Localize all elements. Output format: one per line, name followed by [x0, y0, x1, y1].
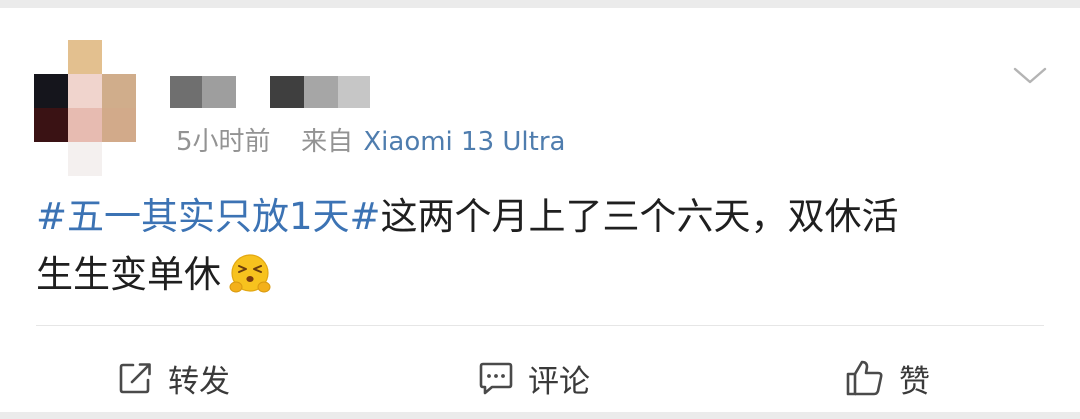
repost-button[interactable]: 转发 — [118, 344, 230, 412]
like-label: 赞 — [899, 363, 930, 400]
repost-label: 转发 — [168, 363, 230, 400]
post-time: 5小时前 — [176, 127, 271, 157]
chevron-down-icon — [1013, 67, 1047, 84]
post-text-line-1: #五一其实只放1天#这两个月上了三个六天，双休活 — [36, 188, 1046, 246]
post-meta: 5小时前 来自 Xiaomi 13 Ultra — [176, 124, 565, 160]
angry-emoji-icon — [229, 254, 271, 293]
source-prefix: 来自 — [301, 127, 354, 157]
thumbs-up-icon — [846, 360, 883, 396]
post-card: 5小时前 来自 Xiaomi 13 Ultra #五一其实只放1天#这两个月上了… — [0, 8, 1080, 412]
avatar[interactable] — [34, 40, 136, 176]
share-icon — [119, 363, 151, 394]
post-text-1: 这两个月上了三个六天，双休活 — [380, 195, 899, 238]
post-text-line-2: 生生变单休 — [36, 246, 1046, 304]
divider — [36, 325, 1044, 326]
post-content: #五一其实只放1天#这两个月上了三个六天，双休活 生生变单休 — [36, 188, 1046, 304]
post-text-2: 生生变单休 — [36, 253, 221, 296]
topic-link[interactable]: #五一其实只放1天# — [36, 195, 381, 238]
comment-label: 评论 — [528, 363, 590, 400]
source-device-link[interactable]: Xiaomi 13 Ultra — [363, 127, 565, 157]
more-menu-button[interactable] — [1012, 60, 1048, 88]
username[interactable] — [170, 76, 370, 108]
comment-icon — [479, 362, 513, 395]
like-button[interactable]: 赞 — [845, 344, 930, 412]
comment-button[interactable]: 评论 — [478, 344, 590, 412]
